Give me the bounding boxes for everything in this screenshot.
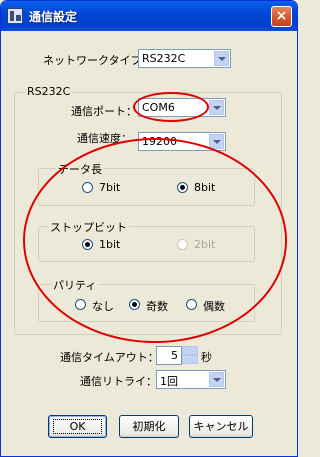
- speed-value: 19200: [142, 135, 177, 148]
- timeout-spinner[interactable]: [182, 346, 198, 365]
- radio-selected-icon[interactable]: [82, 239, 93, 250]
- speed-label: 通信速度：: [77, 132, 132, 145]
- ok-button[interactable]: OK: [48, 415, 107, 438]
- cancel-button-label: キャンセル: [193, 420, 249, 433]
- title-bar[interactable]: 通信設定 ×: [1, 1, 297, 31]
- timeout-value: 5: [171, 349, 178, 362]
- data-length-8bit-label: 8bit: [194, 181, 216, 194]
- serial-port-icon: [7, 8, 23, 24]
- radio-selected-icon[interactable]: [177, 182, 188, 193]
- port-label: 通信ポート：: [71, 105, 137, 118]
- cancel-button[interactable]: キャンセル: [189, 415, 253, 438]
- port-select[interactable]: COM6: [138, 98, 226, 117]
- stop-bit-legend: ストップビット: [48, 219, 129, 235]
- radio-disabled-icon: [177, 239, 188, 250]
- retry-select[interactable]: 1回: [156, 370, 226, 389]
- focus-rect: [53, 419, 102, 434]
- data-length-legend: データ長: [56, 161, 104, 177]
- network-type-select[interactable]: RS232C: [138, 49, 231, 68]
- chevron-down-icon[interactable]: [209, 372, 224, 387]
- data-length-7bit-label: 7bit: [99, 181, 121, 194]
- radio-circle-icon[interactable]: [82, 182, 93, 193]
- timeout-unit: 秒: [201, 351, 212, 364]
- chevron-down-icon[interactable]: [209, 100, 224, 115]
- network-type-value: RS232C: [142, 52, 186, 65]
- timeout-input[interactable]: 5: [156, 346, 182, 365]
- initialize-button-label: 初期化: [132, 420, 166, 433]
- parity-none-label: なし: [92, 300, 114, 313]
- stop-bit-1bit-label: 1bit: [99, 238, 121, 251]
- settings-dialog: 通信設定 × ネットワークタイプ： RS232C RS232C 通信ポート： C…: [0, 0, 298, 457]
- parity-even-label: 偶数: [203, 300, 225, 313]
- window-title: 通信設定: [29, 10, 78, 24]
- timeout-label: 通信タイムアウト：: [60, 351, 159, 364]
- radio-selected-icon[interactable]: [129, 299, 140, 310]
- chevron-down-icon[interactable]: [182, 355, 198, 364]
- retry-label: 通信リトライ：: [80, 375, 157, 388]
- chevron-up-icon[interactable]: [182, 346, 198, 355]
- radio-circle-icon[interactable]: [75, 299, 86, 310]
- rs232c-group-legend: RS232C: [25, 85, 73, 98]
- parity-odd-label: 奇数: [146, 300, 168, 313]
- parity-legend: パリティ: [51, 277, 99, 293]
- retry-value: 1回: [160, 375, 178, 388]
- speed-select[interactable]: 19200: [138, 132, 226, 151]
- close-button[interactable]: ×: [271, 6, 292, 27]
- chevron-down-icon[interactable]: [214, 51, 229, 66]
- port-value: COM6: [142, 101, 175, 114]
- stop-bit-2bit-label: 2bit: [194, 238, 216, 251]
- radio-circle-icon[interactable]: [186, 299, 197, 310]
- initialize-button[interactable]: 初期化: [119, 415, 179, 438]
- chevron-down-icon[interactable]: [209, 134, 224, 149]
- network-type-label: ネットワークタイプ：: [43, 54, 153, 67]
